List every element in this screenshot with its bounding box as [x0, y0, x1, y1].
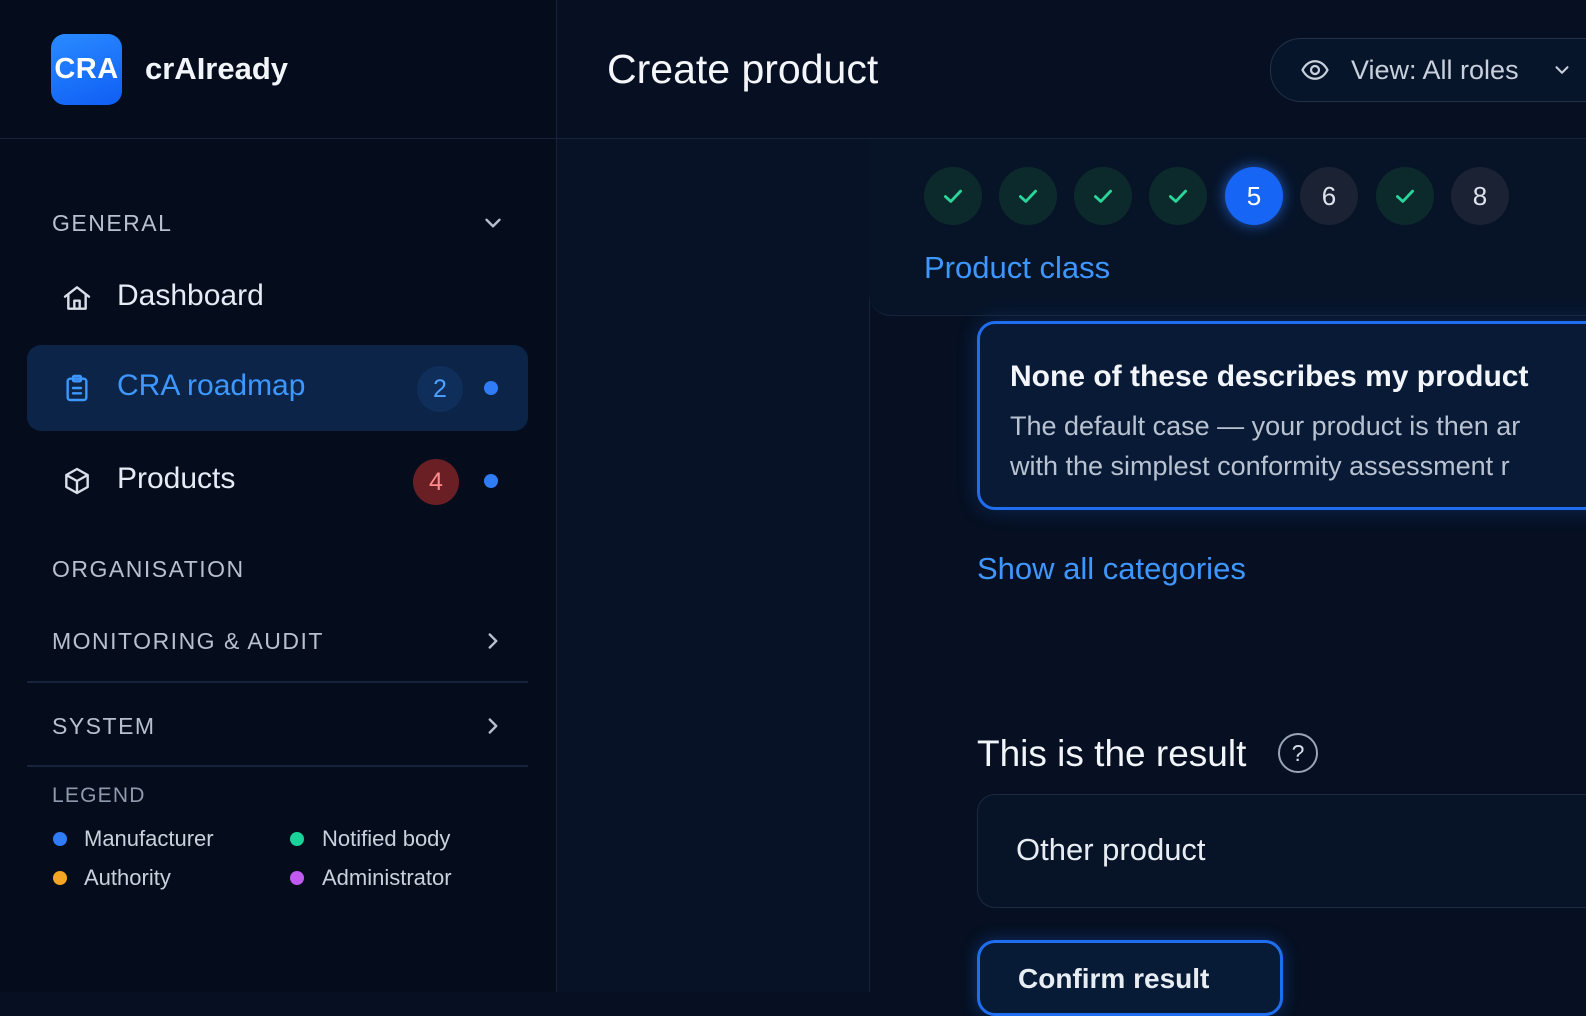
divider [27, 765, 528, 767]
legend-dot-manufacturer [53, 832, 67, 846]
sidebar-item-label: Dashboard [117, 279, 264, 312]
legend-dot-authority [53, 871, 67, 885]
view-role-label: View: All roles [1351, 55, 1519, 85]
section-general-label: GENERAL [52, 210, 173, 236]
status-dot [484, 381, 498, 395]
checkmark-icon [1396, 189, 1414, 203]
app-logo[interactable]: CRA [51, 34, 122, 105]
checkmark-icon [944, 189, 962, 203]
count-badge: 4 [413, 459, 459, 505]
legend-item-manufacturer: Manufacturer [84, 826, 214, 851]
help-icon[interactable]: ? [1278, 733, 1318, 773]
step-3-complete[interactable] [1074, 167, 1132, 225]
section-system-label[interactable]: SYSTEM [52, 713, 156, 740]
sidebar-item-cra-roadmap[interactable]: CRA roadmap 2 [27, 345, 528, 431]
app-name: crAIready [145, 51, 289, 86]
main-left-panel [557, 139, 869, 992]
result-value: Other product [1016, 832, 1206, 867]
status-dot [484, 474, 498, 488]
section-organisation-label[interactable]: ORGANISATION [52, 556, 245, 583]
step-5-current[interactable]: 5 [1225, 167, 1283, 225]
view-role-selector[interactable]: View: All roles [1270, 38, 1586, 102]
box-icon [65, 467, 89, 495]
checkmark-icon [1094, 189, 1112, 203]
choice-description: The default case — your product is then … [1010, 411, 1521, 441]
page-title: Create product [607, 46, 879, 92]
sidebar-item-dashboard[interactable]: Dashboard [27, 255, 528, 341]
legend-item-notified-body: Notified body [322, 826, 451, 851]
step-4-complete[interactable] [1149, 167, 1207, 225]
legend-item-administrator: Administrator [322, 865, 452, 890]
chevron-right-icon[interactable] [480, 628, 506, 654]
step-7-complete[interactable] [1376, 167, 1434, 225]
chevron-right-icon[interactable] [480, 713, 506, 739]
chevron-down-icon [1555, 66, 1569, 74]
home-icon [63, 286, 91, 310]
legend-dot-notified-body [290, 832, 304, 846]
sidebar-item-products[interactable]: Products 4 [27, 438, 528, 524]
sidebar-item-label: Products [117, 462, 236, 495]
result-heading: This is the result [977, 733, 1247, 774]
checkmark-icon [1169, 189, 1187, 203]
legend-item-authority: Authority [84, 865, 171, 890]
checkmark-icon [1019, 189, 1037, 203]
confirm-result-button[interactable]: Confirm result [977, 940, 1283, 1016]
choice-title: None of these describes my product [1010, 360, 1529, 393]
top-header: Create product View: All roles [557, 0, 1586, 139]
sidebar-item-label: CRA roadmap [117, 369, 306, 402]
sidebar: CRA crAIready GENERAL Dashboard CRA road… [0, 0, 557, 992]
confirm-result-label: Confirm result [1018, 963, 1210, 994]
legend-dot-administrator [290, 871, 304, 885]
chevron-down-icon[interactable] [480, 210, 506, 236]
eye-icon [1301, 60, 1329, 80]
step-8-pending[interactable]: 8 [1451, 167, 1509, 225]
selected-choice-card[interactable]: None of these describes my product The d… [977, 321, 1586, 510]
legend-title: LEGEND [52, 784, 146, 807]
stepper-card [869, 139, 1586, 316]
step-6-pending[interactable]: 6 [1300, 167, 1358, 225]
clipboard-icon [66, 374, 88, 402]
choice-description: with the simplest conformity assessment … [1010, 451, 1510, 481]
step-2-complete[interactable] [999, 167, 1057, 225]
section-monitoring-label[interactable]: MONITORING & AUDIT [52, 628, 324, 655]
brand-row: CRA crAIready [0, 0, 556, 139]
count-badge: 2 [417, 366, 463, 412]
divider [27, 681, 528, 683]
show-all-categories-link[interactable]: Show all categories [977, 551, 1246, 587]
current-step-title: Product class [924, 250, 1111, 285]
result-box: Other product [977, 794, 1586, 908]
step-1-complete[interactable] [924, 167, 982, 225]
